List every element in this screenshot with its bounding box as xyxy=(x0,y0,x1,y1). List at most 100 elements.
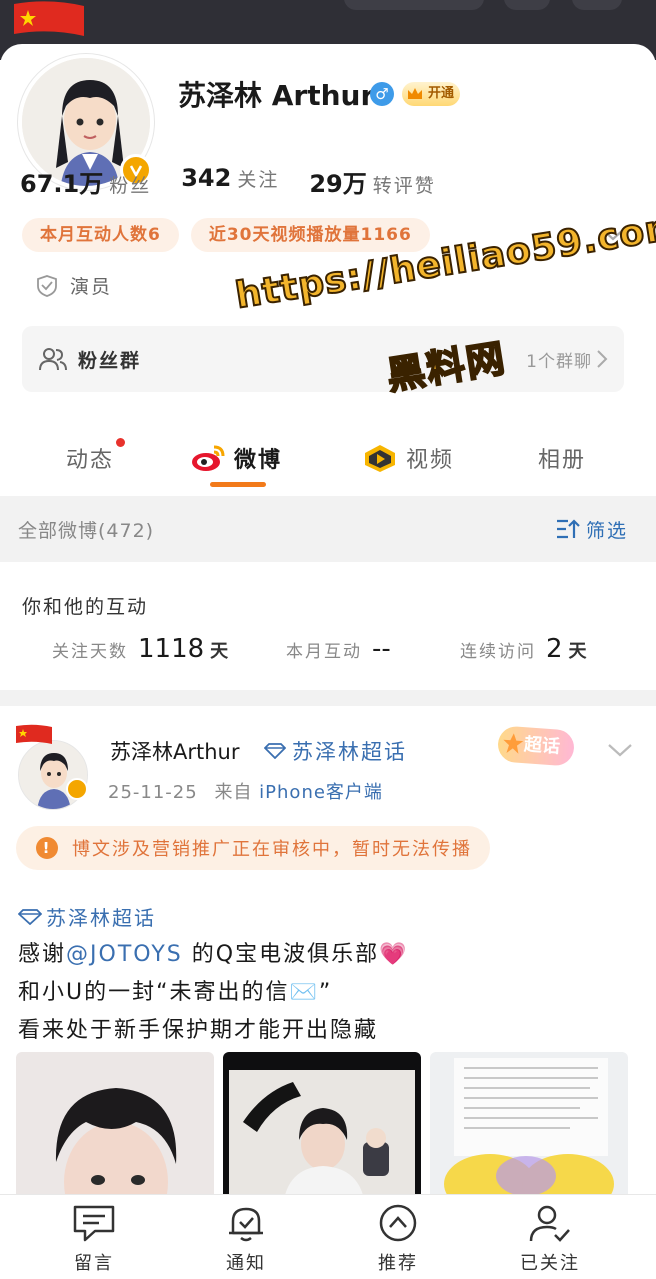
post-source[interactable]: iPhone客户端 xyxy=(259,782,383,803)
interaction-label: 本月互动 xyxy=(286,642,362,662)
profile-name: 苏泽林 Arthur xyxy=(178,79,375,112)
tab-label: 相册 xyxy=(538,448,587,473)
comment-icon xyxy=(73,1205,115,1242)
profile-page: 苏泽林 Arthur ♂ 开通 67.1万 粉丝 342 关注 29万 转评赞 … xyxy=(0,0,656,1279)
weibo-logo-icon xyxy=(192,445,225,471)
interaction-value: 2 xyxy=(546,634,563,664)
interaction-label: 连续访问 xyxy=(460,642,536,662)
stat-label: 转评赞 xyxy=(372,175,436,197)
nav-label: 通知 xyxy=(226,1253,266,1274)
interaction-title: 你和他的互动 xyxy=(22,596,149,618)
role-label: 演员 xyxy=(70,276,113,298)
weibo-post: 苏泽林Arthur 苏泽林超话 25-11-25 来自 iPhone客户端 超话… xyxy=(0,706,656,1206)
interaction-value: 1118 xyxy=(138,634,205,664)
interaction-visits: 连续访问 2 天 xyxy=(460,634,587,664)
interaction-label: 关注天数 xyxy=(52,642,128,662)
chevron-right-icon xyxy=(597,350,608,368)
fan-group-label: 粉丝群 xyxy=(78,349,142,372)
vip-label: 开通 xyxy=(428,86,455,101)
post-topic-label: 苏泽林超话 xyxy=(46,906,156,930)
bell-icon xyxy=(229,1207,263,1242)
tab-dynamics[interactable]: 动态 xyxy=(66,430,125,486)
search-pill[interactable] xyxy=(344,0,484,10)
nav-recommend[interactable]: 推荐 xyxy=(348,1203,448,1275)
nav-label: 已关注 xyxy=(520,1253,580,1274)
post-text: ” xyxy=(318,980,333,1005)
filter-icon xyxy=(556,519,580,539)
interaction-unit: 天 xyxy=(568,641,587,662)
interaction-follow-days: 关注天数 1118 天 xyxy=(52,634,228,664)
gender-male-icon: ♂ xyxy=(370,82,394,106)
post-source-prefix: 来自 xyxy=(214,782,253,803)
post-text-line-3: 看来处于新手保护期才能开出隐藏 xyxy=(18,1018,379,1043)
post-image[interactable] xyxy=(430,1052,628,1206)
post-topic-tag[interactable]: 苏泽林超话 xyxy=(18,902,156,931)
verified-badge-icon xyxy=(66,778,88,800)
interaction-unit: 天 xyxy=(210,641,229,662)
more-pill[interactable] xyxy=(504,0,550,10)
mention-link[interactable]: @JOTOYS xyxy=(66,942,183,967)
profile-tags: 本月互动人数6 近30天视频播放量1166 xyxy=(22,218,442,252)
post-text-line-2: 和小U的一封“未寄出的信✉️” xyxy=(18,974,332,1006)
nav-label: 推荐 xyxy=(378,1253,418,1274)
stat-fans[interactable]: 67.1万 粉丝 xyxy=(20,164,151,199)
tab-label: 视频 xyxy=(406,448,455,473)
filter-label: 筛选 xyxy=(585,519,628,542)
nav-label: 留言 xyxy=(74,1253,114,1274)
stat-reposts[interactable]: 29万 转评赞 xyxy=(309,164,435,199)
super-topic-badge[interactable]: 超话 xyxy=(496,725,576,767)
stat-following[interactable]: 342 关注 xyxy=(181,164,279,199)
china-flag-icon xyxy=(16,724,52,744)
tag-video-plays[interactable]: 近30天视频播放量1166 xyxy=(190,218,430,252)
stat-label: 关注 xyxy=(237,169,280,191)
portrait-photo xyxy=(16,1052,214,1206)
vip-badge[interactable]: 开通 xyxy=(402,82,461,106)
recommend-icon xyxy=(379,1204,417,1242)
nav-followed[interactable]: 已关注 xyxy=(500,1203,600,1275)
post-topic-link-label: 苏泽林超话 xyxy=(292,740,407,764)
menu-pill[interactable] xyxy=(572,0,622,10)
post-text: 的Q宝电波俱乐部 xyxy=(182,942,380,967)
profile-role: 演员 xyxy=(36,272,112,299)
photo-with-doll xyxy=(223,1052,421,1206)
bottom-nav: 留言 通知 推荐 已关注 xyxy=(0,1194,656,1279)
post-author-name[interactable]: 苏泽林Arthur xyxy=(110,736,240,766)
post-image[interactable] xyxy=(223,1052,421,1206)
nav-comment[interactable]: 留言 xyxy=(44,1203,144,1275)
post-text: 感谢 xyxy=(18,942,67,967)
profile-stats: 67.1万 粉丝 342 关注 29万 转评赞 xyxy=(20,164,466,199)
china-flag-icon xyxy=(14,1,84,37)
post-image[interactable] xyxy=(16,1052,214,1206)
notice-text: 博文涉及营销推广正在审核中，暂时无法传播 xyxy=(72,839,472,860)
tag-monthly-interaction[interactable]: 本月互动人数6 xyxy=(22,218,179,252)
tab-label: 动态 xyxy=(66,448,115,473)
tab-video[interactable]: 视频 xyxy=(362,430,454,486)
stat-value: 29万 xyxy=(309,170,367,198)
diamond-icon xyxy=(18,908,42,925)
tab-album[interactable]: 相册 xyxy=(538,430,586,486)
filter-bar: 全部微博(472) 筛选 xyxy=(0,496,656,562)
post-super-topic-link[interactable]: 苏泽林超话 xyxy=(264,736,407,766)
nav-notify[interactable]: 通知 xyxy=(196,1203,296,1275)
active-tab-indicator xyxy=(210,482,266,487)
fan-group-row[interactable]: 粉丝群 1个群聊 xyxy=(22,326,624,392)
all-weibo-count: 全部微博(472) xyxy=(18,519,155,542)
interaction-panel: 你和他的互动 关注天数 1118 天 本月互动 -- 连续访问 2 天 xyxy=(0,562,656,690)
diamond-icon xyxy=(264,743,286,759)
chevron-down-icon[interactable] xyxy=(606,740,634,760)
tab-weibo[interactable]: 微博 xyxy=(190,430,282,486)
stat-label: 粉丝 xyxy=(109,175,152,197)
post-text: 和小U的一封“未寄出的信 xyxy=(18,980,290,1005)
shield-icon xyxy=(37,274,57,297)
letter-photo xyxy=(430,1052,628,1206)
super-badge-label: 超话 xyxy=(523,734,561,758)
post-meta: 25-11-25 来自 iPhone客户端 xyxy=(108,778,383,804)
interaction-value: -- xyxy=(372,634,391,664)
filter-button[interactable]: 筛选 xyxy=(556,516,628,543)
review-notice: ! 博文涉及营销推广正在审核中，暂时无法传播 xyxy=(16,826,490,870)
post-text-line-1: 感谢@JOTOYS 的Q宝电波俱乐部💗 xyxy=(18,936,409,968)
interaction-monthly: 本月互动 -- xyxy=(286,634,397,664)
stat-value: 67.1万 xyxy=(20,170,104,198)
heart-emoji: 💗 xyxy=(379,942,409,967)
profile-tabs: 动态 微博 视频 相册 xyxy=(0,430,656,494)
